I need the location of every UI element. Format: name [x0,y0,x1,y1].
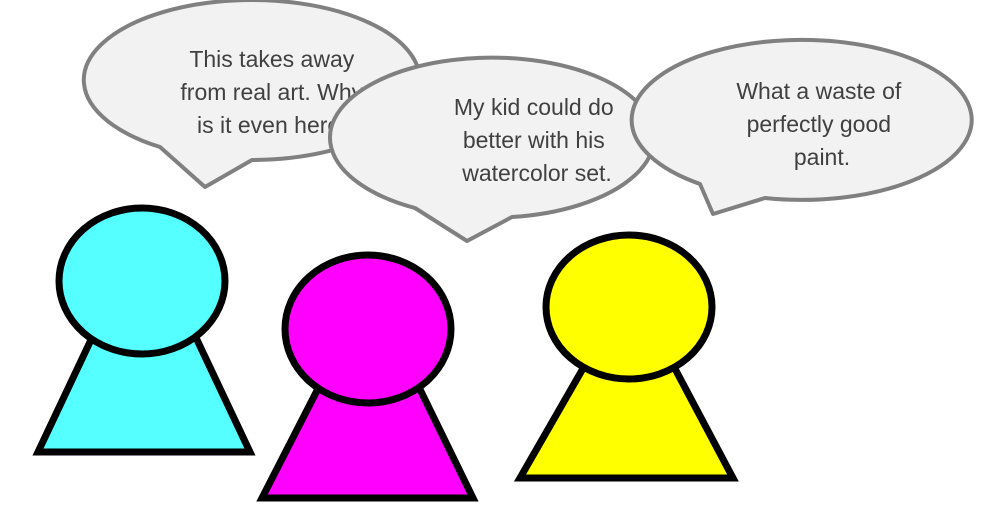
person-head-magenta [281,251,455,407]
speech-bubble-1-line-2: from real art. Why [180,79,363,105]
person-head-cyan [55,204,229,358]
speech-bubble-2-text: My kid could do better with his watercol… [454,94,620,186]
person-figure-magenta [256,251,479,502]
speech-bubble-2: My kid could do better with his watercol… [328,55,656,243]
speech-bubble-2-line-3: watercolor set. [461,160,612,186]
person-figure-cyan [32,204,256,456]
person-figure-yellow [513,231,739,482]
speech-bubble-2-line-1: My kid could do [454,94,614,120]
speech-bubble-1-line-1: This takes away [189,46,354,72]
speech-bubble-2-line-2: better with his [463,127,605,153]
speech-bubble-3-line-3: paint. [794,144,850,170]
scene: This takes away from real art. Why is it… [32,0,974,502]
speech-bubble-3-line-2: perfectly good [747,111,891,137]
speech-bubble-3: What a waste of perfectly good paint. [629,37,974,216]
speech-bubble-3-line-1: What a waste of [736,78,902,104]
person-head-yellow [542,231,716,383]
